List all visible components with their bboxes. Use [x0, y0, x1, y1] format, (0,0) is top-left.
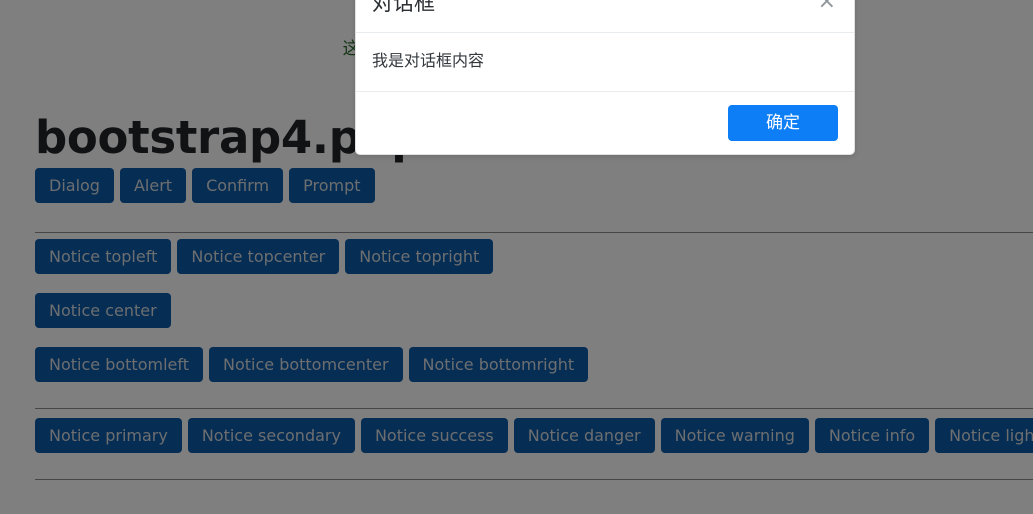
dialog-modal: 对话框 × 我是对话框内容 确定 — [355, 0, 855, 155]
close-icon[interactable]: × — [818, 0, 836, 13]
modal-body-text: 我是对话框内容 — [356, 33, 854, 92]
modal-header: 对话框 × — [356, 0, 854, 33]
modal-title: 对话框 — [372, 0, 435, 15]
modal-footer: 确定 — [356, 92, 854, 154]
modal-confirm-button[interactable]: 确定 — [728, 105, 838, 141]
